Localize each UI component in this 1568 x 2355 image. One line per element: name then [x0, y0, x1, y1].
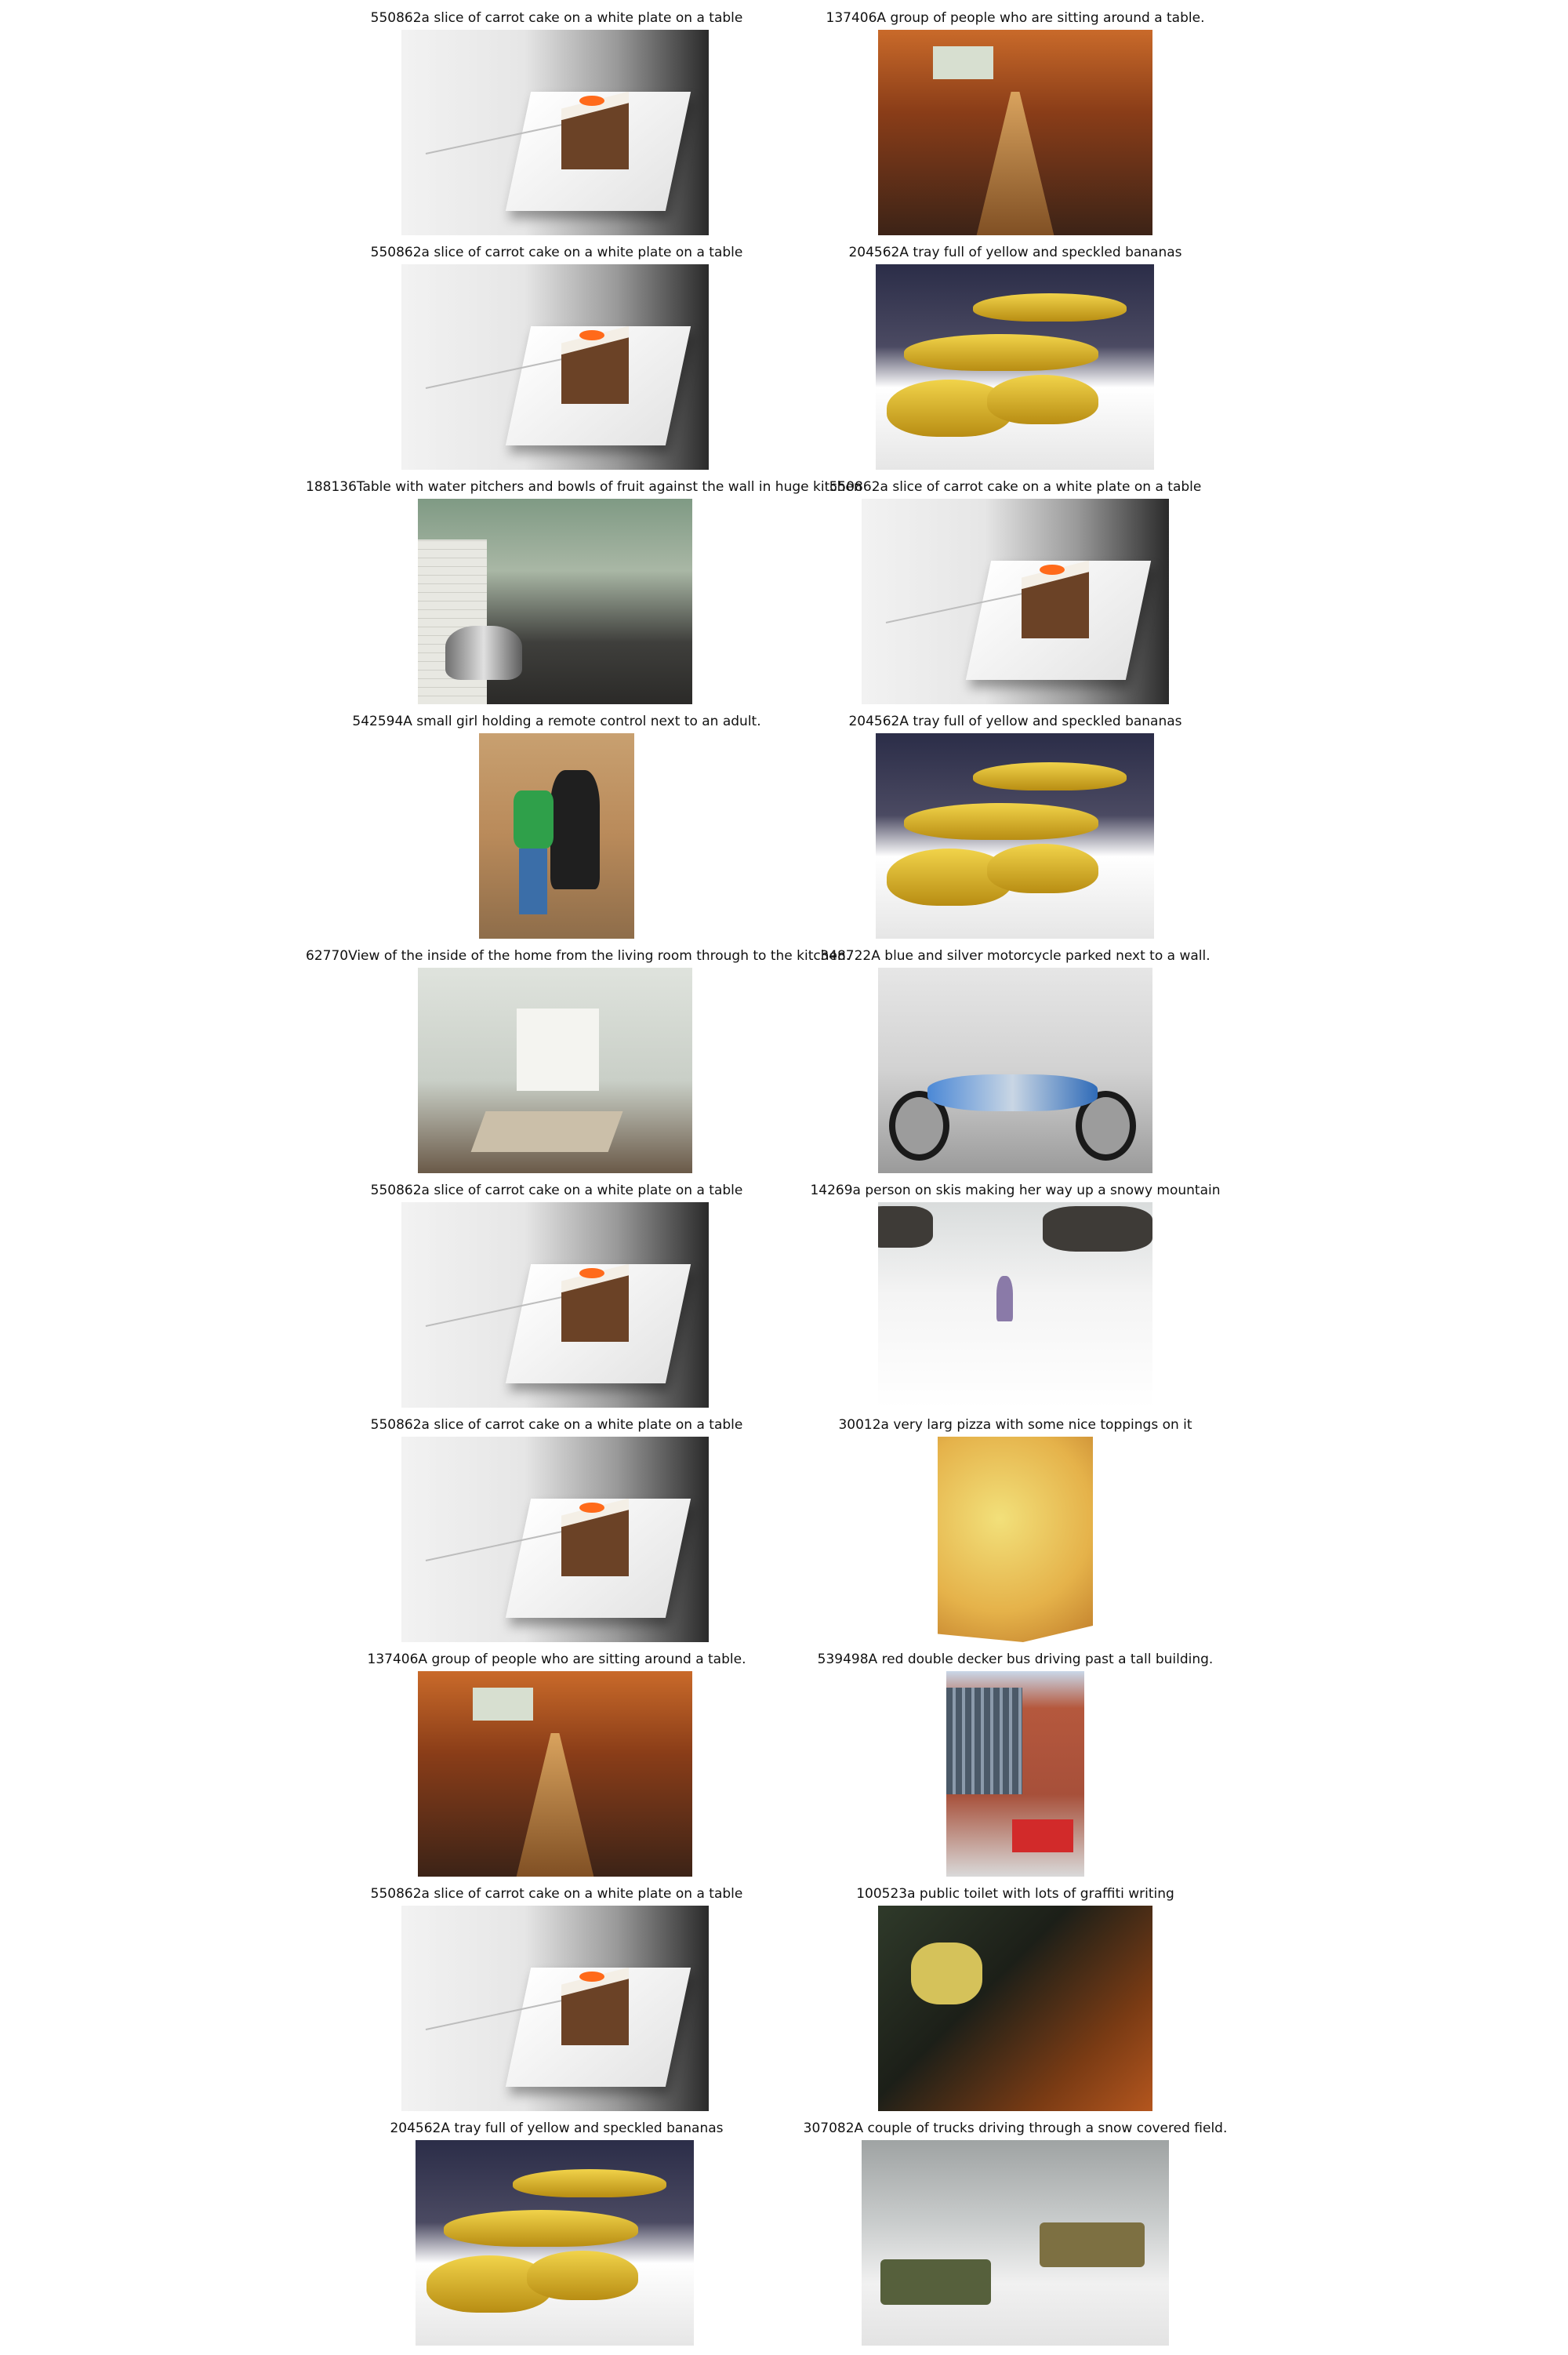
image-caption: 539498A red double decker bus driving pa…: [817, 1652, 1214, 1667]
grid-cell: 188136Table with water pitchers and bowl…: [306, 478, 862, 714]
grid-cell: 550862a slice of carrot cake on a white …: [764, 478, 1266, 714]
grid-cell: 137406A group of people who are sitting …: [306, 1651, 808, 1886]
image-caption: 348722A blue and silver motorcycle parke…: [820, 948, 1210, 964]
photo-carrot-cake: [401, 264, 709, 470]
grid-cell: 550862a slice of carrot cake on a white …: [306, 1885, 808, 2121]
grid-cell: 348722A blue and silver motorcycle parke…: [764, 947, 1266, 1183]
photo-carrot-cake: [401, 1906, 709, 2111]
image-caption: 542594A small girl holding a remote cont…: [352, 714, 761, 729]
photo-girl-remote: [479, 733, 634, 939]
image-caption: 188136Table with water pitchers and bowl…: [306, 479, 862, 495]
image-caption: 204562A tray full of yellow and speckled…: [848, 245, 1182, 260]
photo-carrot-cake: [401, 1437, 709, 1642]
image-caption: 137406A group of people who are sitting …: [367, 1652, 746, 1667]
image-caption: 550862a slice of carrot cake on a white …: [370, 10, 743, 26]
photo-graffiti-toilet: [878, 1906, 1152, 2111]
photo-motorcycle: [878, 968, 1152, 1173]
grid-cell: 137406A group of people who are sitting …: [764, 9, 1266, 245]
grid-cell: 14269a person on skis making her way up …: [764, 1182, 1266, 1417]
photo-skier: [878, 1202, 1152, 1408]
grid-cell: 550862a slice of carrot cake on a white …: [306, 9, 808, 245]
photo-bananas: [876, 733, 1154, 939]
grid-cell: 550862a slice of carrot cake on a white …: [306, 244, 808, 479]
photo-bananas: [876, 264, 1154, 470]
photo-group-at-table: [418, 1671, 692, 1877]
grid-cell: 62770View of the inside of the home from…: [306, 947, 851, 1183]
photo-bananas: [416, 2140, 694, 2346]
image-caption: 204562A tray full of yellow and speckled…: [390, 2121, 724, 2136]
image-caption: 30012a very larg pizza with some nice to…: [838, 1417, 1192, 1433]
grid-cell: 204562A tray full of yellow and speckled…: [764, 244, 1266, 479]
photo-carrot-cake: [401, 30, 709, 235]
image-caption: 550862a slice of carrot cake on a white …: [829, 479, 1202, 495]
grid-cell: 550862a slice of carrot cake on a white …: [306, 1416, 808, 1652]
grid-cell: 100523a public toilet with lots of graff…: [764, 1885, 1266, 2121]
grid-cell: 307082A couple of trucks driving through…: [764, 2120, 1266, 2355]
photo-carrot-cake: [401, 1202, 709, 1408]
image-caption: 550862a slice of carrot cake on a white …: [370, 1417, 743, 1433]
image-caption: 14269a person on skis making her way up …: [810, 1183, 1221, 1198]
image-caption: 137406A group of people who are sitting …: [826, 10, 1205, 26]
image-caption: 307082A couple of trucks driving through…: [803, 2121, 1228, 2136]
grid-cell: 539498A red double decker bus driving pa…: [764, 1651, 1266, 1886]
grid-cell: 550862a slice of carrot cake on a white …: [306, 1182, 808, 1417]
image-caption: 550862a slice of carrot cake on a white …: [370, 245, 743, 260]
photo-home-interior: [418, 968, 692, 1173]
image-caption: 62770View of the inside of the home from…: [306, 948, 851, 964]
photo-trucks-in-snow: [862, 2140, 1169, 2346]
photo-carrot-cake: [862, 499, 1169, 704]
grid-cell: 204562A tray full of yellow and speckled…: [306, 2120, 808, 2355]
grid-cell: 30012a very larg pizza with some nice to…: [764, 1416, 1266, 1652]
image-caption: 100523a public toilet with lots of graff…: [856, 1886, 1174, 1902]
grid-cell: 204562A tray full of yellow and speckled…: [764, 713, 1266, 948]
photo-double-decker-bus: [946, 1671, 1084, 1877]
image-caption: 550862a slice of carrot cake on a white …: [370, 1183, 743, 1198]
grid-cell: 542594A small girl holding a remote cont…: [306, 713, 808, 948]
photo-group-at-table: [878, 30, 1152, 235]
photo-kitchen: [418, 499, 692, 704]
photo-pizza: [938, 1437, 1093, 1642]
image-caption: 550862a slice of carrot cake on a white …: [370, 1886, 743, 1902]
image-caption: 204562A tray full of yellow and speckled…: [848, 714, 1182, 729]
image-caption-grid: 550862a slice of carrot cake on a white …: [0, 0, 1568, 2353]
